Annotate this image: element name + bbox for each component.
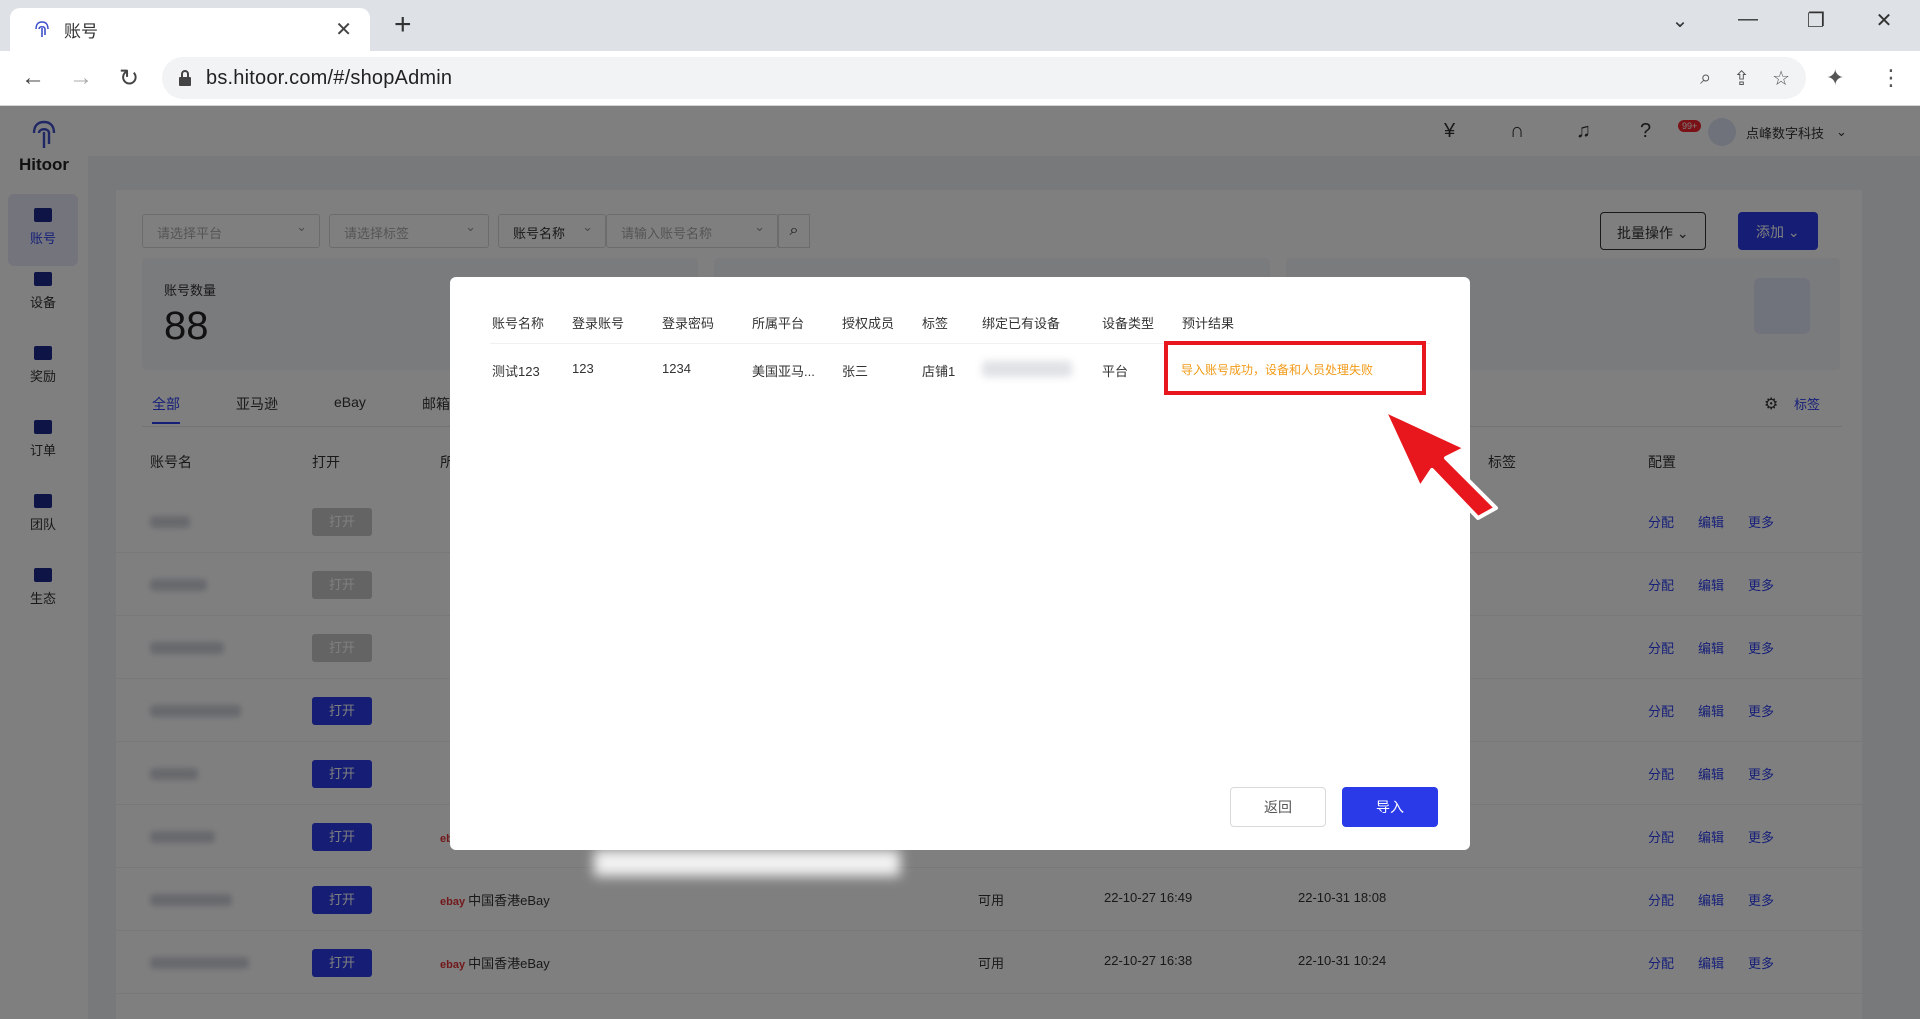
modal-header: 设备类型 [1102,316,1155,331]
row-member: 张三 [842,364,869,379]
row-account-name: 测试123 [492,364,540,379]
close-window-icon[interactable]: ✕ [1864,8,1904,33]
new-tab-icon[interactable]: + [394,9,412,41]
row-password: 1234 [662,361,691,376]
browser-tab-title: 账号 [64,22,98,41]
restore-icon[interactable]: ❐ [1796,8,1836,33]
browser-tab-strip: 账号 ✕ + ⌄ — ❐ ✕ [0,0,1920,51]
extensions-icon[interactable]: ✦ [1826,65,1844,91]
row-result: 导入账号成功，设备和人员处理失败 [1181,363,1374,377]
browser-menu-icon[interactable]: ⋮ [1880,65,1902,91]
share-icon[interactable]: ⇪ [1733,66,1750,91]
modal-header: 绑定已有设备 [982,316,1061,331]
modal-header: 预计结果 [1182,316,1235,331]
modal-header: 所属平台 [752,316,805,331]
modal-header: 账号名称 [492,316,545,331]
hitoor-favicon-icon [35,20,49,37]
modal-header: 授权成员 [842,316,895,331]
row-device-type: 平台 [1102,364,1129,379]
modal-header: 登录密码 [662,316,715,331]
browser-tab[interactable]: 账号 ✕ [10,8,370,51]
address-bar[interactable]: bs.hitoor.com/#/shopAdmin ⌕ ⇪ ☆ [162,57,1806,99]
bookmark-star-icon[interactable]: ☆ [1772,66,1790,91]
back-icon[interactable]: ← [18,64,48,92]
blurred-region [594,850,900,876]
import-button[interactable]: 导入 [1342,787,1438,827]
modal-header: 标签 [922,316,949,331]
lock-icon [179,70,191,86]
annotation-arrow-icon [1382,408,1498,520]
import-preview-dialog: 账号名称 登录账号 登录密码 所属平台 授权成员 标签 绑定已有设备 设备类型 … [450,277,1470,850]
row-device-blurred [982,361,1072,377]
row-tag: 店铺1 [922,364,956,379]
zoom-icon[interactable]: ⌕ [1700,67,1711,90]
tab-search-icon[interactable]: ⌄ [1660,8,1700,33]
url-text: bs.hitoor.com/#/shopAdmin [206,66,453,89]
minimize-icon[interactable]: — [1728,8,1768,31]
back-button[interactable]: 返回 [1230,787,1326,827]
row-platform: 美国亚马... [752,364,815,379]
modal-header: 登录账号 [572,316,625,331]
reload-icon[interactable]: ↻ [114,64,144,93]
row-login: 123 [572,361,594,376]
browser-toolbar: ← → ↻ bs.hitoor.com/#/shopAdmin ⌕ ⇪ ☆ ✦ … [0,51,1920,106]
forward-icon[interactable]: → [66,64,96,92]
close-tab-icon[interactable]: ✕ [335,17,352,42]
